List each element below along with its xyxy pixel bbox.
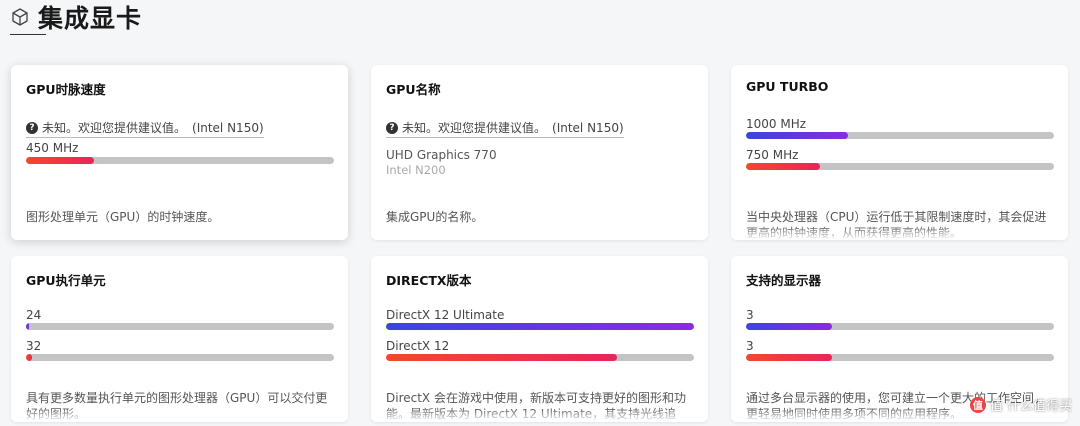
bar-track <box>26 157 334 164</box>
watermark-logo-icon: 值 <box>969 396 986 413</box>
text-fade <box>11 408 348 422</box>
unknown-cpu: (Intel N150) <box>552 120 624 135</box>
unknown-text: 未知。欢迎您提供建议值。 <box>402 121 547 135</box>
section-header: 集成显卡 <box>10 0 142 34</box>
question-icon: ? <box>26 121 38 134</box>
bar-fill-1 <box>26 323 30 330</box>
bar-fill-1 <box>386 323 694 330</box>
cube-icon <box>12 8 28 26</box>
card-title: GPU TURBO <box>746 79 829 94</box>
bar-label-1: DirectX 12 Ultimate <box>386 308 505 322</box>
bar-fill-1 <box>746 323 833 330</box>
bar-label-2: 750 MHz <box>746 148 799 162</box>
bar-track-1 <box>26 323 334 330</box>
bar-label-2: 3 <box>746 339 754 353</box>
section-title: 集成显卡 <box>38 4 143 33</box>
card-gpu-clock: GPU时脉速度 ? 未知。欢迎您提供建议值。 (Intel N150) 450 … <box>11 65 348 240</box>
question-icon: ? <box>386 121 398 134</box>
bar-track-2 <box>26 354 334 361</box>
gpu-name-value: UHD Graphics 770 <box>386 148 497 162</box>
bar-fill-2 <box>386 354 617 361</box>
section-title-underline <box>10 34 46 35</box>
unknown-suggestion-link[interactable]: ? 未知。欢迎您提供建议值。 (Intel N150) <box>26 119 264 138</box>
bar-label: 450 MHz <box>26 141 79 155</box>
card-gpu-turbo: GPU TURBO 1000 MHz 750 MHz 当中央处理器（CPU）运行… <box>731 65 1068 240</box>
bar-label-1: 24 <box>26 308 42 322</box>
card-title: 支持的显示器 <box>746 273 822 288</box>
card-title: GPU时脉速度 <box>26 82 106 97</box>
bar-fill-2 <box>746 354 833 361</box>
text-fade <box>371 408 708 422</box>
text-fade <box>731 226 1068 240</box>
card-title: DIRECTX版本 <box>386 273 472 288</box>
watermark: 值 值 什么值得买 <box>969 395 1072 414</box>
card-gpu-eu: GPU执行单元 24 32 具有更多数量执行单元的图形处理器（GPU）可以交付更… <box>11 256 348 422</box>
bar-track-2 <box>746 163 1054 170</box>
unknown-text: 未知。欢迎您提供建议值。 <box>42 121 187 135</box>
card-description: 图形处理单元（GPU）的时钟速度。 <box>26 210 220 224</box>
card-title: GPU名称 <box>386 82 441 97</box>
gpu-name-cpu: Intel N200 <box>386 163 446 177</box>
bar-label-2: DirectX 12 <box>386 339 450 353</box>
bar-fill-1 <box>746 132 848 139</box>
bar-label-2: 32 <box>26 339 42 353</box>
bar-fill-2 <box>26 354 33 361</box>
watermark-text: 值 什么值得买 <box>989 399 1072 414</box>
card-directx: DIRECTX版本 DirectX 12 Ultimate DirectX 12… <box>371 256 708 422</box>
bar-track-2 <box>746 354 1054 361</box>
bar-label-1: 1000 MHz <box>746 117 807 131</box>
bar-track-1 <box>386 323 694 330</box>
unknown-cpu: (Intel N150) <box>192 120 264 135</box>
card-description: 集成GPU的名称。 <box>386 210 484 224</box>
bar-track-1 <box>746 132 1054 139</box>
bar-fill <box>26 157 94 164</box>
bar-track-2 <box>386 354 694 361</box>
bar-track-1 <box>746 323 1054 330</box>
card-gpu-name: GPU名称 ? 未知。欢迎您提供建议值。 (Intel N150) UHD Gr… <box>371 65 708 240</box>
bar-fill-2 <box>746 163 820 170</box>
bar-label-1: 3 <box>746 308 754 322</box>
card-title: GPU执行单元 <box>26 273 106 288</box>
unknown-suggestion-link[interactable]: ? 未知。欢迎您提供建议值。 (Intel N150) <box>386 119 624 138</box>
